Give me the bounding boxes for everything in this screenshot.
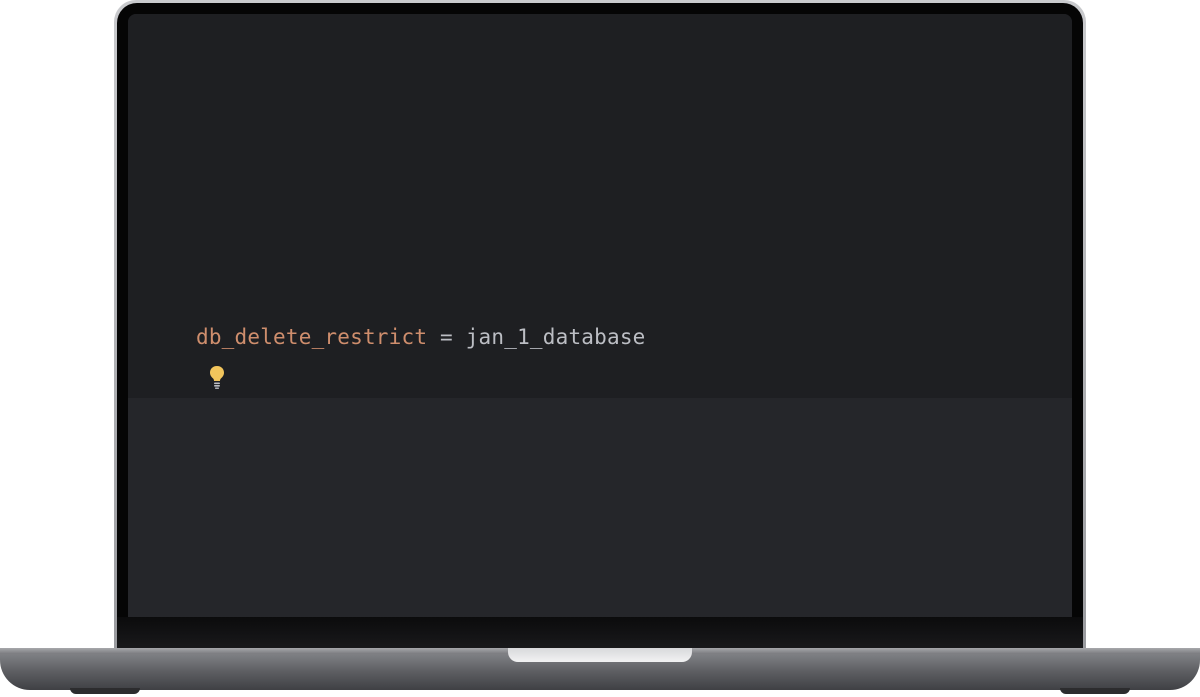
- assignment-operator: =: [440, 325, 453, 349]
- variable-name: db_delete_restrict: [196, 325, 428, 349]
- laptop-foot-left: [70, 688, 140, 694]
- assigned-value: jan_1_database: [465, 325, 646, 349]
- lightbulb-icon[interactable]: [206, 364, 228, 390]
- laptop-foot-right: [1060, 688, 1130, 694]
- screen-chin: [117, 617, 1083, 650]
- code-line[interactable]: db_delete_restrict = jan_1_database: [196, 322, 646, 352]
- lid-opening-notch: [508, 648, 692, 662]
- laptop-screen: db_delete_restrict = jan_1_database: [128, 14, 1072, 617]
- editor-lower-panel: [128, 398, 1072, 617]
- laptop-mockup: db_delete_restrict = jan_1_database: [0, 0, 1200, 697]
